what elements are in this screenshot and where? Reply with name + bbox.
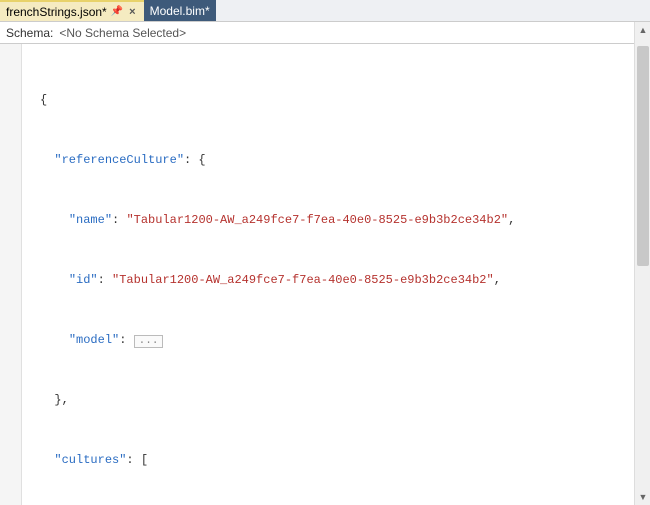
json-editor[interactable]: −{ − "referenceCulture": { "name": "Tabu…	[40, 44, 650, 505]
tab-label: Model.bim*	[150, 4, 210, 18]
schema-value[interactable]: <No Schema Selected>	[59, 26, 186, 40]
collapsed-region[interactable]: ...	[134, 335, 164, 348]
scrollbar-thumb[interactable]	[637, 46, 649, 266]
fold-gutter	[22, 44, 40, 505]
close-icon[interactable]: ×	[127, 6, 137, 18]
key-referenceCulture: "referenceCulture"	[54, 153, 184, 167]
pin-icon[interactable]: 📌	[111, 6, 123, 17]
tab-modelbim[interactable]: Model.bim*	[144, 0, 216, 21]
key-model: "model"	[69, 333, 119, 347]
vertical-scrollbar[interactable]: ▲ ▼	[634, 22, 650, 505]
margin-gutter	[0, 44, 22, 505]
scroll-down-icon[interactable]: ▼	[635, 489, 650, 505]
editor-area: −{ − "referenceCulture": { "name": "Tabu…	[0, 44, 650, 505]
key-cultures: "cultures"	[54, 453, 126, 467]
scroll-up-icon[interactable]: ▲	[635, 22, 650, 38]
schema-bar: Schema: <No Schema Selected>	[0, 22, 650, 44]
key-id: "id"	[69, 273, 98, 287]
tab-label: frenchStrings.json*	[6, 5, 107, 19]
tab-bar: frenchStrings.json* 📌 × Model.bim*	[0, 0, 650, 22]
val-refid: "Tabular1200-AW_a249fce7-f7ea-40e0-8525-…	[112, 273, 494, 287]
tab-frenchstrings[interactable]: frenchStrings.json* 📌 ×	[0, 0, 144, 21]
val-refname: "Tabular1200-AW_a249fce7-f7ea-40e0-8525-…	[126, 213, 508, 227]
schema-label: Schema:	[6, 26, 53, 40]
key-name: "name"	[69, 213, 112, 227]
